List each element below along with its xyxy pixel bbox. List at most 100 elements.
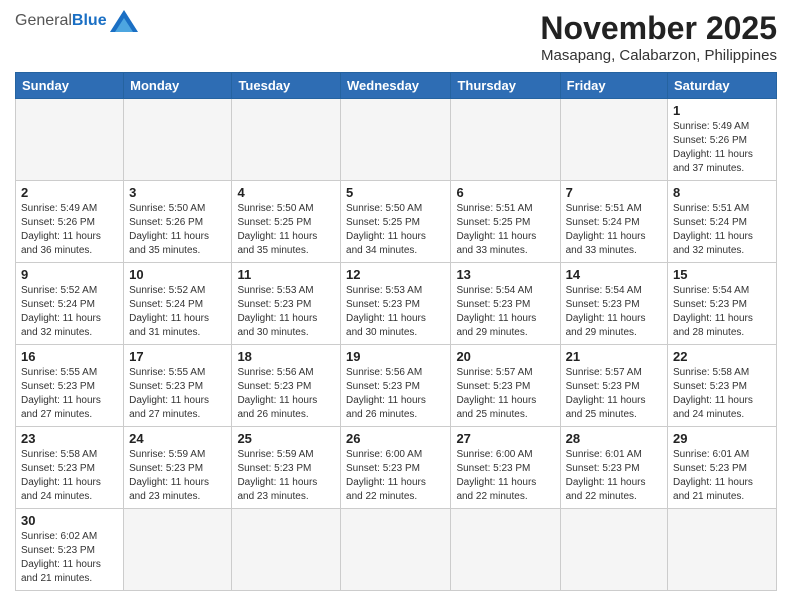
day-number: 30 [21, 513, 118, 528]
day-info: Sunrise: 5:56 AM Sunset: 5:23 PM Dayligh… [346, 366, 445, 422]
day-info: Sunrise: 5:57 AM Sunset: 5:23 PM Dayligh… [566, 366, 662, 422]
location-subtitle: Masapang, Calabarzon, Philippines [540, 47, 777, 64]
calendar-cell [341, 509, 451, 591]
day-number: 10 [129, 267, 226, 282]
calendar-cell [341, 99, 451, 181]
calendar-cell: 13 Sunrise: 5:54 AM Sunset: 5:23 PM Dayli… [451, 263, 560, 345]
day-number: 11 [237, 267, 335, 282]
day-number: 29 [673, 431, 771, 446]
calendar-cell [232, 509, 341, 591]
calendar-cell: 27 Sunrise: 6:00 AM Sunset: 5:23 PM Dayli… [451, 427, 560, 509]
calendar-cell: 3Sunrise: 5:50 AM Sunset: 5:26 PM Daylig… [124, 181, 232, 263]
calendar-cell: 7 Sunrise: 5:51 AM Sunset: 5:24 PM Daylig… [560, 181, 667, 263]
logo: General Blue [15, 10, 138, 32]
calendar-cell: 29Sunrise: 6:01 AM Sunset: 5:23 PM Dayli… [668, 427, 777, 509]
day-number: 15 [673, 267, 771, 282]
day-info: Sunrise: 5:59 AM Sunset: 5:23 PM Dayligh… [237, 448, 335, 504]
calendar-cell: 12 Sunrise: 5:53 AM Sunset: 5:23 PM Dayli… [341, 263, 451, 345]
day-number: 19 [346, 349, 445, 364]
calendar-cell: 1 Sunrise: 5:49 AM Sunset: 5:26 PM Daylig… [668, 99, 777, 181]
day-number: 1 [673, 103, 771, 118]
calendar-cell: 28 Sunrise: 6:01 AM Sunset: 5:23 PM Dayli… [560, 427, 667, 509]
day-info: Sunrise: 5:57 AM Sunset: 5:23 PM Dayligh… [456, 366, 554, 422]
day-number: 5 [346, 185, 445, 200]
calendar-cell: 20 Sunrise: 5:57 AM Sunset: 5:23 PM Dayli… [451, 345, 560, 427]
day-info: Sunrise: 5:54 AM Sunset: 5:23 PM Dayligh… [566, 284, 662, 340]
day-number: 26 [346, 431, 445, 446]
day-number: 28 [566, 431, 662, 446]
calendar-cell: 16 Sunrise: 5:55 AM Sunset: 5:23 PM Dayli… [16, 345, 124, 427]
calendar-week-row: 9Sunrise: 5:52 AM Sunset: 5:24 PM Daylig… [16, 263, 777, 345]
day-info: Sunrise: 5:54 AM Sunset: 5:23 PM Dayligh… [456, 284, 554, 340]
calendar-week-row: 2 Sunrise: 5:49 AM Sunset: 5:26 PM Daylig… [16, 181, 777, 263]
calendar-table: SundayMondayTuesdayWednesdayThursdayFrid… [15, 72, 777, 591]
day-number: 14 [566, 267, 662, 282]
day-number: 12 [346, 267, 445, 282]
month-year-title: November 2025 [540, 10, 777, 47]
day-number: 2 [21, 185, 118, 200]
calendar-cell: 10 Sunrise: 5:52 AM Sunset: 5:24 PM Dayli… [124, 263, 232, 345]
calendar-cell: 5Sunrise: 5:50 AM Sunset: 5:25 PM Daylig… [341, 181, 451, 263]
day-info: Sunrise: 6:00 AM Sunset: 5:23 PM Dayligh… [456, 448, 554, 504]
day-number: 25 [237, 431, 335, 446]
day-number: 27 [456, 431, 554, 446]
calendar-cell: 4 Sunrise: 5:50 AM Sunset: 5:25 PM Daylig… [232, 181, 341, 263]
calendar-cell: 9Sunrise: 5:52 AM Sunset: 5:24 PM Daylig… [16, 263, 124, 345]
weekday-header-monday: Monday [124, 73, 232, 99]
calendar-cell [668, 509, 777, 591]
calendar-cell: 18Sunrise: 5:56 AM Sunset: 5:23 PM Dayli… [232, 345, 341, 427]
day-info: Sunrise: 5:58 AM Sunset: 5:23 PM Dayligh… [21, 448, 118, 504]
day-info: Sunrise: 5:51 AM Sunset: 5:25 PM Dayligh… [456, 202, 554, 258]
day-number: 18 [237, 349, 335, 364]
weekday-header-thursday: Thursday [451, 73, 560, 99]
calendar-cell: 30 Sunrise: 6:02 AM Sunset: 5:23 PM Dayli… [16, 509, 124, 591]
calendar-cell: 8Sunrise: 5:51 AM Sunset: 5:24 PM Daylig… [668, 181, 777, 263]
calendar-cell [560, 99, 667, 181]
day-number: 4 [237, 185, 335, 200]
calendar-cell: 24Sunrise: 5:59 AM Sunset: 5:23 PM Dayli… [124, 427, 232, 509]
day-info: Sunrise: 5:50 AM Sunset: 5:25 PM Dayligh… [237, 202, 335, 258]
day-info: Sunrise: 5:53 AM Sunset: 5:23 PM Dayligh… [346, 284, 445, 340]
calendar-cell: 2 Sunrise: 5:49 AM Sunset: 5:26 PM Daylig… [16, 181, 124, 263]
title-block: November 2025 Masapang, Calabarzon, Phil… [540, 10, 777, 64]
calendar-cell: 11Sunrise: 5:53 AM Sunset: 5:23 PM Dayli… [232, 263, 341, 345]
calendar-week-row: 1 Sunrise: 5:49 AM Sunset: 5:26 PM Daylig… [16, 99, 777, 181]
calendar-cell: 23Sunrise: 5:58 AM Sunset: 5:23 PM Dayli… [16, 427, 124, 509]
calendar-cell: 15Sunrise: 5:54 AM Sunset: 5:23 PM Dayli… [668, 263, 777, 345]
calendar-cell: 19 Sunrise: 5:56 AM Sunset: 5:23 PM Dayli… [341, 345, 451, 427]
day-info: Sunrise: 5:51 AM Sunset: 5:24 PM Dayligh… [673, 202, 771, 258]
calendar-week-row: 23Sunrise: 5:58 AM Sunset: 5:23 PM Dayli… [16, 427, 777, 509]
day-info: Sunrise: 5:52 AM Sunset: 5:24 PM Dayligh… [129, 284, 226, 340]
weekday-header-sunday: Sunday [16, 73, 124, 99]
calendar-cell [560, 509, 667, 591]
calendar-cell [16, 99, 124, 181]
calendar-cell [124, 509, 232, 591]
calendar-cell [232, 99, 341, 181]
day-number: 16 [21, 349, 118, 364]
calendar-week-row: 16 Sunrise: 5:55 AM Sunset: 5:23 PM Dayli… [16, 345, 777, 427]
logo-icon [110, 10, 138, 32]
day-number: 21 [566, 349, 662, 364]
day-info: Sunrise: 5:55 AM Sunset: 5:23 PM Dayligh… [21, 366, 118, 422]
day-info: Sunrise: 6:02 AM Sunset: 5:23 PM Dayligh… [21, 530, 118, 586]
day-number: 13 [456, 267, 554, 282]
day-number: 7 [566, 185, 662, 200]
day-number: 24 [129, 431, 226, 446]
calendar-cell [451, 509, 560, 591]
calendar-cell: 21 Sunrise: 5:57 AM Sunset: 5:23 PM Dayli… [560, 345, 667, 427]
calendar-cell [124, 99, 232, 181]
day-info: Sunrise: 5:55 AM Sunset: 5:23 PM Dayligh… [129, 366, 226, 422]
calendar-cell: 17Sunrise: 5:55 AM Sunset: 5:23 PM Dayli… [124, 345, 232, 427]
calendar-cell [451, 99, 560, 181]
logo-blue-text: Blue [72, 12, 107, 30]
day-info: Sunrise: 5:49 AM Sunset: 5:26 PM Dayligh… [673, 120, 771, 176]
calendar-cell: 6Sunrise: 5:51 AM Sunset: 5:25 PM Daylig… [451, 181, 560, 263]
day-info: Sunrise: 6:01 AM Sunset: 5:23 PM Dayligh… [566, 448, 662, 504]
day-number: 3 [129, 185, 226, 200]
day-info: Sunrise: 5:51 AM Sunset: 5:24 PM Dayligh… [566, 202, 662, 258]
day-info: Sunrise: 5:49 AM Sunset: 5:26 PM Dayligh… [21, 202, 118, 258]
day-number: 20 [456, 349, 554, 364]
day-number: 22 [673, 349, 771, 364]
logo-general-text: General [15, 12, 72, 30]
day-info: Sunrise: 5:52 AM Sunset: 5:24 PM Dayligh… [21, 284, 118, 340]
